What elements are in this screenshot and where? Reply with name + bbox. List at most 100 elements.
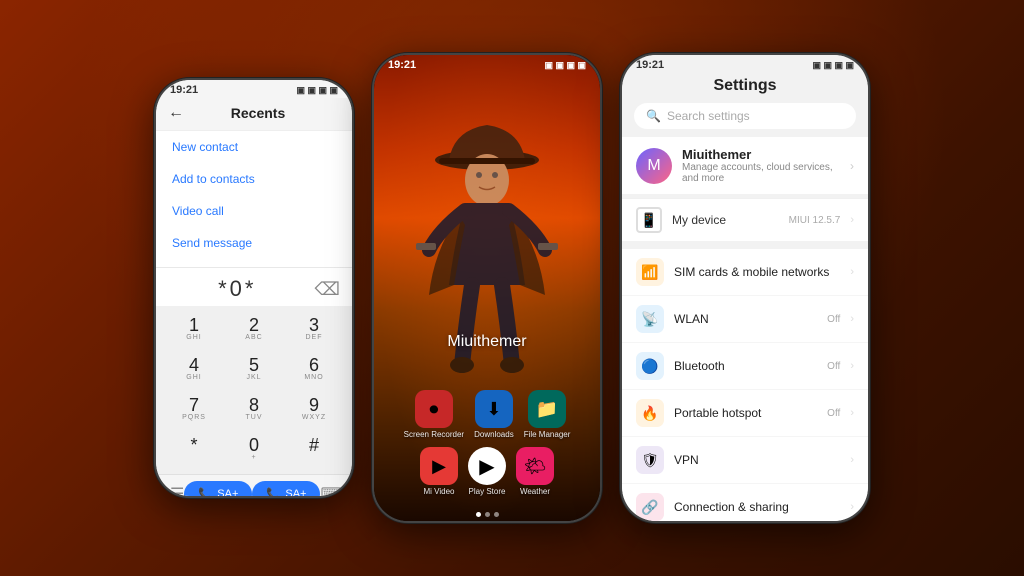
settings-wlan-item[interactable]: 📡 WLAN Off ›: [622, 296, 868, 343]
sim-chevron: ›: [850, 266, 854, 278]
recents-header: ← Recents: [156, 98, 352, 131]
dot-3: [494, 512, 499, 517]
device-label: My device: [672, 213, 779, 227]
vpn-label: VPN: [674, 453, 840, 467]
device-version: MIUI 12.5.7: [789, 215, 841, 226]
wlan-label: WLAN: [674, 312, 817, 326]
recents-send-message[interactable]: Send message: [156, 227, 352, 259]
search-icon: 🔍: [646, 109, 661, 123]
dot-2: [485, 512, 490, 517]
settings-device-row[interactable]: 📱 My device MIUI 12.5.7 ›: [622, 198, 868, 241]
back-button[interactable]: ←: [168, 104, 184, 122]
settings-search-bar[interactable]: 🔍 Search settings: [634, 103, 856, 129]
connection-label: Connection & sharing: [674, 500, 840, 514]
settings-connection-item[interactable]: 🔗 Connection & sharing ›: [622, 484, 868, 521]
hotspot-icon: 🔥: [636, 399, 664, 427]
dialer-backspace-icon[interactable]: ⌫: [315, 279, 340, 300]
app-row-1: ⏺ Screen Recorder ⬇ Downloads 📁 File Man…: [384, 390, 590, 439]
call-label-1: SA+: [217, 488, 238, 496]
status-bar-home: 19:21 ▣ ▣ ▣ ▣: [374, 55, 600, 73]
status-icons-settings: ▣ ▣ ▣ ▣: [812, 60, 854, 71]
key-3[interactable]: 3DEF: [284, 310, 344, 350]
bluetooth-label: Bluetooth: [674, 359, 817, 373]
dialer-number: *0*: [168, 276, 307, 302]
app-play-store[interactable]: ▶ Play Store: [468, 447, 506, 496]
bluetooth-icon: 🔵: [636, 352, 664, 380]
menu-icon[interactable]: ☰: [170, 484, 184, 496]
sim-icon: 📶: [636, 258, 664, 286]
recents-add-contact[interactable]: Add to contacts: [156, 163, 352, 195]
app-file-manager[interactable]: 📁 File Manager: [524, 390, 571, 439]
key-8[interactable]: 8TUV: [224, 390, 284, 430]
key-6[interactable]: 6MNO: [284, 350, 344, 390]
settings-vpn-item[interactable]: 🛡 VPN ›: [622, 437, 868, 484]
profile-sub: Manage accounts, cloud services, and mor…: [682, 162, 840, 184]
phone-homescreen: 19:21 ▣ ▣ ▣ ▣ Miuithemer ⏺ Screen Record…: [372, 53, 602, 523]
keypad-icon[interactable]: ⌨: [320, 484, 343, 496]
phone-dialer: 19:21 ▣ ▣ ▣ ▣ ← Recents New contact Add …: [154, 78, 354, 498]
app-weather[interactable]: 🌤 Weather: [516, 447, 554, 496]
status-time-home: 19:21: [388, 59, 416, 71]
status-time-dialer: 19:21: [170, 84, 198, 96]
call-icon-2: 📞: [266, 487, 281, 496]
key-7[interactable]: 7PQRS: [164, 390, 224, 430]
settings-profile-row[interactable]: M Miuithemer Manage accounts, cloud serv…: [622, 137, 868, 194]
hotspot-value: Off: [827, 408, 840, 419]
app-mi-video[interactable]: ▶ Mi Video: [420, 447, 458, 496]
home-content: 19:21 ▣ ▣ ▣ ▣ Miuithemer ⏺ Screen Record…: [374, 55, 600, 521]
app-downloads[interactable]: ⬇ Downloads: [474, 390, 514, 439]
recents-video-call[interactable]: Video call: [156, 195, 352, 227]
sim-label: SIM cards & mobile networks: [674, 265, 840, 279]
status-time-settings: 19:21: [636, 59, 664, 71]
dialer-keypad: 1GHI 2ABC 3DEF 4GHI 5JKL 6MNO 7PQRS 8TUV…: [156, 306, 352, 474]
key-9[interactable]: 9WXYZ: [284, 390, 344, 430]
key-star[interactable]: *: [164, 430, 224, 470]
vpn-chevron: ›: [850, 454, 854, 466]
profile-name: Miuithemer: [682, 147, 840, 162]
recents-actions-list: New contact Add to contacts Video call S…: [156, 131, 352, 267]
recents-title: Recents: [192, 105, 340, 121]
bluetooth-value: Off: [827, 361, 840, 372]
key-0[interactable]: 0+: [224, 430, 284, 470]
connection-icon: 🔗: [636, 493, 664, 521]
settings-title: Settings: [622, 73, 868, 103]
settings-bluetooth-item[interactable]: 🔵 Bluetooth Off ›: [622, 343, 868, 390]
bluetooth-chevron: ›: [850, 360, 854, 372]
status-icons-dialer: ▣ ▣ ▣ ▣: [296, 85, 338, 96]
call-icon-1: 📞: [198, 487, 213, 496]
profile-info: Miuithemer Manage accounts, cloud servic…: [682, 147, 840, 184]
recents-new-contact[interactable]: New contact: [156, 131, 352, 163]
device-chevron: ›: [850, 214, 854, 226]
phone-dialer-screen: 19:21 ▣ ▣ ▣ ▣ ← Recents New contact Add …: [156, 80, 352, 496]
dialer-display: *0* ⌫: [156, 268, 352, 306]
wlan-value: Off: [827, 314, 840, 325]
status-icons-home: ▣ ▣ ▣ ▣: [544, 60, 586, 71]
wlan-icon: 📡: [636, 305, 664, 333]
key-2[interactable]: 2ABC: [224, 310, 284, 350]
page-dots: [374, 508, 600, 521]
call-button-1[interactable]: 📞 SA+: [184, 481, 252, 496]
phone-settings: 19:21 ▣ ▣ ▣ ▣ Settings 🔍 Search settings…: [620, 53, 870, 523]
call-button-2[interactable]: 📞 SA+: [252, 481, 320, 496]
app-screen-recorder[interactable]: ⏺ Screen Recorder: [404, 390, 464, 439]
hotspot-chevron: ›: [850, 407, 854, 419]
status-bar-settings: 19:21 ▣ ▣ ▣ ▣: [622, 55, 868, 73]
key-4[interactable]: 4GHI: [164, 350, 224, 390]
settings-sim-item[interactable]: 📶 SIM cards & mobile networks ›: [622, 249, 868, 296]
vpn-icon: 🛡: [636, 446, 664, 474]
profile-chevron: ›: [850, 159, 854, 173]
hotspot-label: Portable hotspot: [674, 406, 817, 420]
call-label-2: SA+: [285, 488, 306, 496]
phone-settings-screen: 19:21 ▣ ▣ ▣ ▣ Settings 🔍 Search settings…: [622, 55, 868, 521]
dot-1: [476, 512, 481, 517]
settings-hotspot-item[interactable]: 🔥 Portable hotspot Off ›: [622, 390, 868, 437]
profile-avatar: M: [636, 148, 672, 184]
settings-main-list: 📶 SIM cards & mobile networks › 📡 WLAN O…: [622, 249, 868, 521]
key-1[interactable]: 1GHI: [164, 310, 224, 350]
key-hash[interactable]: #: [284, 430, 344, 470]
connection-chevron: ›: [850, 501, 854, 513]
key-5[interactable]: 5JKL: [224, 350, 284, 390]
wlan-chevron: ›: [850, 313, 854, 325]
phone-homescreen-screen: 19:21 ▣ ▣ ▣ ▣ Miuithemer ⏺ Screen Record…: [374, 55, 600, 521]
search-placeholder: Search settings: [667, 109, 750, 123]
